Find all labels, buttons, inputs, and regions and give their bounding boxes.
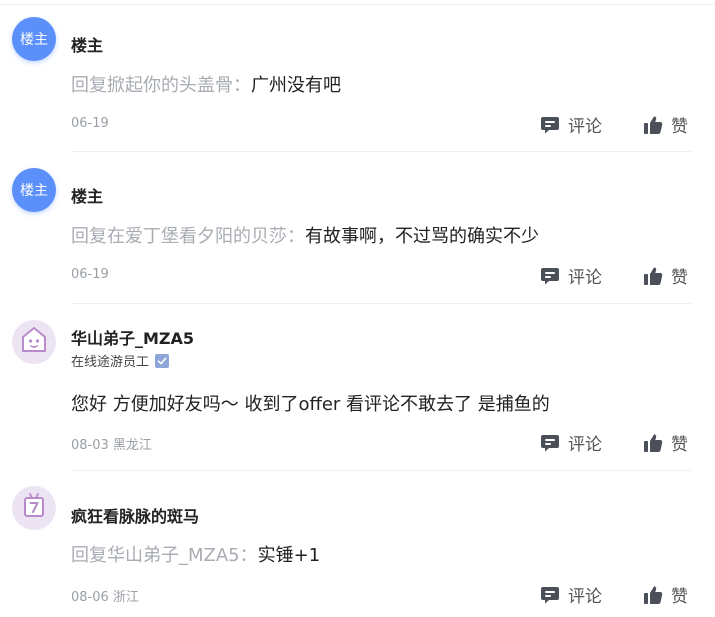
comment-icon bbox=[540, 585, 560, 605]
verified-check-icon bbox=[155, 353, 170, 368]
like-button-label: 赞 bbox=[671, 117, 688, 137]
like-button-label: 赞 bbox=[671, 435, 688, 455]
comment-text: 回复在爱丁堡看夕阳的贝莎：有故事啊，不过骂的确实不少 bbox=[71, 222, 539, 248]
comment-divider bbox=[71, 151, 691, 152]
avatar-label: 楼主 bbox=[20, 32, 48, 48]
user-title-text: 在线途游员工 bbox=[71, 355, 150, 370]
comment-icon bbox=[540, 115, 560, 135]
avatar[interactable] bbox=[12, 486, 56, 530]
comment-icon bbox=[540, 266, 560, 286]
comment-button[interactable]: 评论 bbox=[540, 112, 602, 137]
thumbs-up-icon bbox=[643, 585, 663, 605]
username[interactable]: 楼主 bbox=[71, 183, 103, 207]
username[interactable]: 华山弟子_MZA5 bbox=[71, 325, 194, 349]
thumbs-up-icon bbox=[643, 115, 663, 135]
house-mascot-icon bbox=[19, 325, 49, 359]
comment-text: 您好 方便加好友吗～ 收到了offer 看评论不敢去了 是捕鱼的 bbox=[71, 390, 550, 416]
comment-button[interactable]: 评论 bbox=[540, 430, 602, 455]
like-button[interactable]: 赞 bbox=[643, 430, 688, 455]
comment-button-label: 评论 bbox=[568, 435, 602, 455]
comment-body: 有故事啊，不过骂的确实不少 bbox=[305, 226, 539, 247]
thumbs-up-icon bbox=[643, 266, 663, 286]
reply-prefix[interactable]: 回复掀起你的头盖骨： bbox=[71, 75, 251, 96]
comment-button-label: 评论 bbox=[568, 268, 602, 288]
comment-body: 实锤+1 bbox=[257, 545, 321, 566]
comment-body: 广州没有吧 bbox=[251, 75, 341, 96]
like-button-label: 赞 bbox=[671, 587, 688, 607]
avatar[interactable]: 楼主 bbox=[12, 17, 56, 61]
comment-button[interactable]: 评论 bbox=[540, 263, 602, 288]
comment-meta: 08-06 浙江 bbox=[71, 590, 139, 605]
username[interactable]: 楼主 bbox=[71, 32, 103, 56]
like-button-label: 赞 bbox=[671, 268, 688, 288]
avatar-label: 楼主 bbox=[20, 183, 48, 199]
avatar[interactable]: 楼主 bbox=[12, 168, 56, 212]
comment-button[interactable]: 评论 bbox=[540, 582, 602, 607]
reply-prefix[interactable]: 回复华山弟子_MZA5： bbox=[71, 545, 258, 566]
calendar-mascot-icon bbox=[20, 492, 48, 524]
comment-divider bbox=[71, 470, 691, 471]
comment-date: 06-19 bbox=[71, 116, 109, 131]
like-button[interactable]: 赞 bbox=[643, 112, 688, 137]
like-button[interactable]: 赞 bbox=[643, 263, 688, 288]
reply-prefix[interactable]: 回复在爱丁堡看夕阳的贝莎： bbox=[71, 226, 305, 247]
comment-date: 06-19 bbox=[71, 267, 109, 282]
thumbs-up-icon bbox=[643, 433, 663, 453]
comment-button-label: 评论 bbox=[568, 587, 602, 607]
like-button[interactable]: 赞 bbox=[643, 582, 688, 607]
comment-text: 回复华山弟子_MZA5：实锤+1 bbox=[71, 541, 320, 567]
comment-meta: 08-03 黑龙江 bbox=[71, 438, 152, 453]
comment-text: 回复掀起你的头盖骨：广州没有吧 bbox=[71, 71, 341, 97]
top-divider bbox=[0, 4, 715, 5]
comment-icon bbox=[540, 433, 560, 453]
comment-divider bbox=[71, 303, 691, 304]
comment-body: 您好 方便加好友吗～ 收到了offer 看评论不敢去了 是捕鱼的 bbox=[71, 394, 550, 415]
comment-button-label: 评论 bbox=[568, 117, 602, 137]
user-title: 在线途游员工 bbox=[71, 351, 170, 370]
avatar[interactable] bbox=[12, 320, 56, 364]
username[interactable]: 疯狂看脉脉的斑马 bbox=[71, 503, 199, 527]
